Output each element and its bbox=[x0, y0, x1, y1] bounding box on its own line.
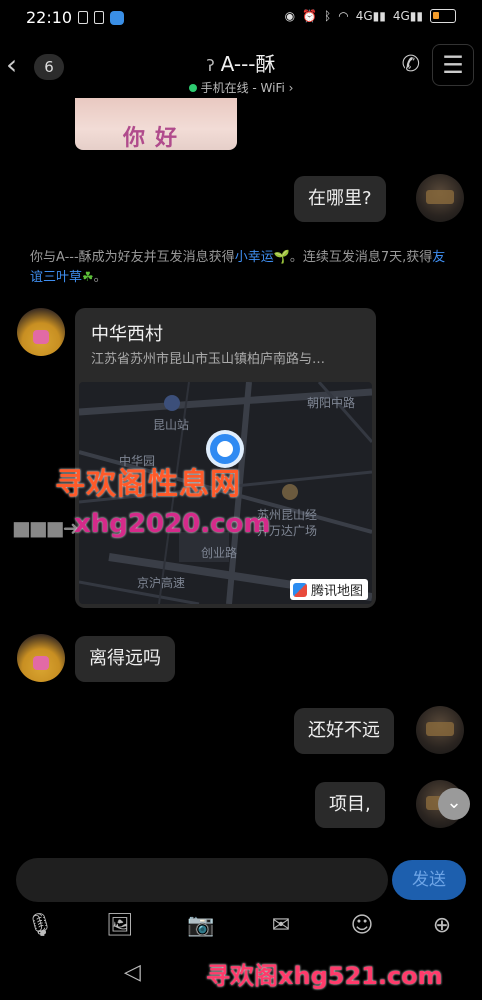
emoji-icon[interactable]: ☺ bbox=[342, 906, 382, 946]
signal2-icon: 4G▮▮ bbox=[392, 9, 423, 23]
phone-icon[interactable]: ✆ bbox=[402, 52, 420, 77]
menu-icon[interactable]: ☰ bbox=[432, 44, 474, 86]
message-bubble-sent[interactable]: 项目, bbox=[315, 782, 385, 828]
status-right-icons: ◉ ⏰ ᛒ ◠ 4G▮▮ 4G▮▮ bbox=[285, 9, 456, 23]
map-label-road: 朝阳中路 bbox=[307, 396, 356, 410]
ear-icon: ʔ bbox=[206, 56, 215, 75]
watermark-url: xhg2020.com bbox=[74, 509, 271, 539]
map-brand-icon bbox=[292, 582, 307, 597]
map-label-station: 昆山站 bbox=[153, 418, 190, 432]
status-time: 22:10 bbox=[26, 8, 73, 27]
online-status: 手机在线 - WiFi › bbox=[0, 79, 482, 96]
red-packet-icon[interactable]: ✉ bbox=[261, 906, 301, 946]
link-lucky[interactable]: 小幸运 bbox=[235, 250, 274, 265]
battery-icon bbox=[430, 9, 456, 23]
location-name: 中华西村 bbox=[91, 324, 163, 345]
alarm-icon: ⏰ bbox=[302, 9, 317, 23]
message-input[interactable] bbox=[16, 858, 388, 902]
map-label-road: 京沪高速 bbox=[137, 576, 186, 590]
status-bar: 22:10 ◉ ⏰ ᛒ ◠ 4G▮▮ 4G▮▮ bbox=[0, 0, 482, 34]
app-notification-icon bbox=[110, 11, 124, 25]
nav-back-icon[interactable]: ◁ bbox=[124, 960, 141, 985]
network-type: 4G bbox=[355, 9, 373, 23]
bluetooth-icon: ᛒ bbox=[324, 9, 332, 23]
scroll-down-icon[interactable]: ⌄ bbox=[438, 788, 470, 820]
sim-icon bbox=[78, 11, 88, 24]
map-label-road: 创业路 bbox=[201, 546, 238, 560]
signal-icon: 4G▮▮ bbox=[355, 9, 386, 23]
system-message: 你与A---酥成为好友并互发消息获得小幸运🌱。连续互发消息7天,获得友谊三叶草☘… bbox=[30, 248, 454, 288]
microphone-icon[interactable]: 🎙 bbox=[20, 906, 60, 946]
avatar-me[interactable] bbox=[416, 706, 464, 754]
composer-toolbar: 🎙 🖼 📷 ✉ ☺ ⊕ bbox=[0, 906, 482, 946]
eye-icon: ◉ bbox=[284, 9, 296, 23]
plus-icon[interactable]: ⊕ bbox=[422, 906, 462, 946]
location-address: 江苏省苏州市昆山市玉山镇柏庐南路与… bbox=[91, 352, 326, 367]
arrow-icon: ■■■➜ bbox=[12, 516, 79, 540]
system-text-1: 你与A---酥成为好友并互发消息获得 bbox=[30, 250, 235, 265]
chat-header: ‹ 6 ʔ A---酥 手机在线 - WiFi › ✆ ☰ bbox=[0, 40, 482, 96]
message-bubble-sent[interactable]: 在哪里? bbox=[294, 176, 386, 222]
watermark-bottom: 寻欢阁xhg521.com bbox=[206, 962, 443, 990]
message-bubble-received[interactable]: 离得远吗 bbox=[75, 636, 175, 682]
send-button[interactable]: 发送 bbox=[392, 860, 466, 900]
sim2-icon bbox=[94, 11, 104, 24]
camera-icon[interactable]: 📷 bbox=[181, 906, 221, 946]
avatar-contact[interactable] bbox=[17, 634, 65, 682]
contact-name: A---酥 bbox=[220, 52, 276, 76]
sprout-icon: 🌱 bbox=[273, 250, 290, 265]
image-icon[interactable]: 🖼 bbox=[100, 906, 140, 946]
map-brand-label: 腾讯地图 bbox=[310, 584, 363, 599]
avatar-contact[interactable] bbox=[17, 308, 65, 356]
avatar-me[interactable] bbox=[416, 174, 464, 222]
clover-icon: ☘ bbox=[82, 270, 94, 285]
image-message[interactable]: 你好 bbox=[75, 98, 237, 150]
status-left-icons bbox=[78, 11, 124, 25]
message-bubble-sent[interactable]: 还好不远 bbox=[294, 708, 394, 754]
network-type-2: 4G bbox=[392, 9, 410, 23]
system-text-3: 。 bbox=[93, 270, 107, 285]
online-status-text: 手机在线 - WiFi › bbox=[200, 81, 294, 95]
online-dot bbox=[188, 84, 197, 92]
watermark-title: 寻欢阁性息网 bbox=[55, 467, 241, 502]
wifi-icon: ◠ bbox=[338, 9, 349, 23]
system-text-2: 。连续互发消息7天,获得 bbox=[289, 250, 433, 265]
location-card[interactable]: 中华西村 江苏省苏州市昆山市玉山镇柏庐南路与… 昆山站 朝阳中路 中华园 创业路… bbox=[75, 308, 376, 608]
image-message-caption: 你好 bbox=[123, 126, 188, 150]
map-brand: 腾讯地图 bbox=[289, 579, 368, 600]
